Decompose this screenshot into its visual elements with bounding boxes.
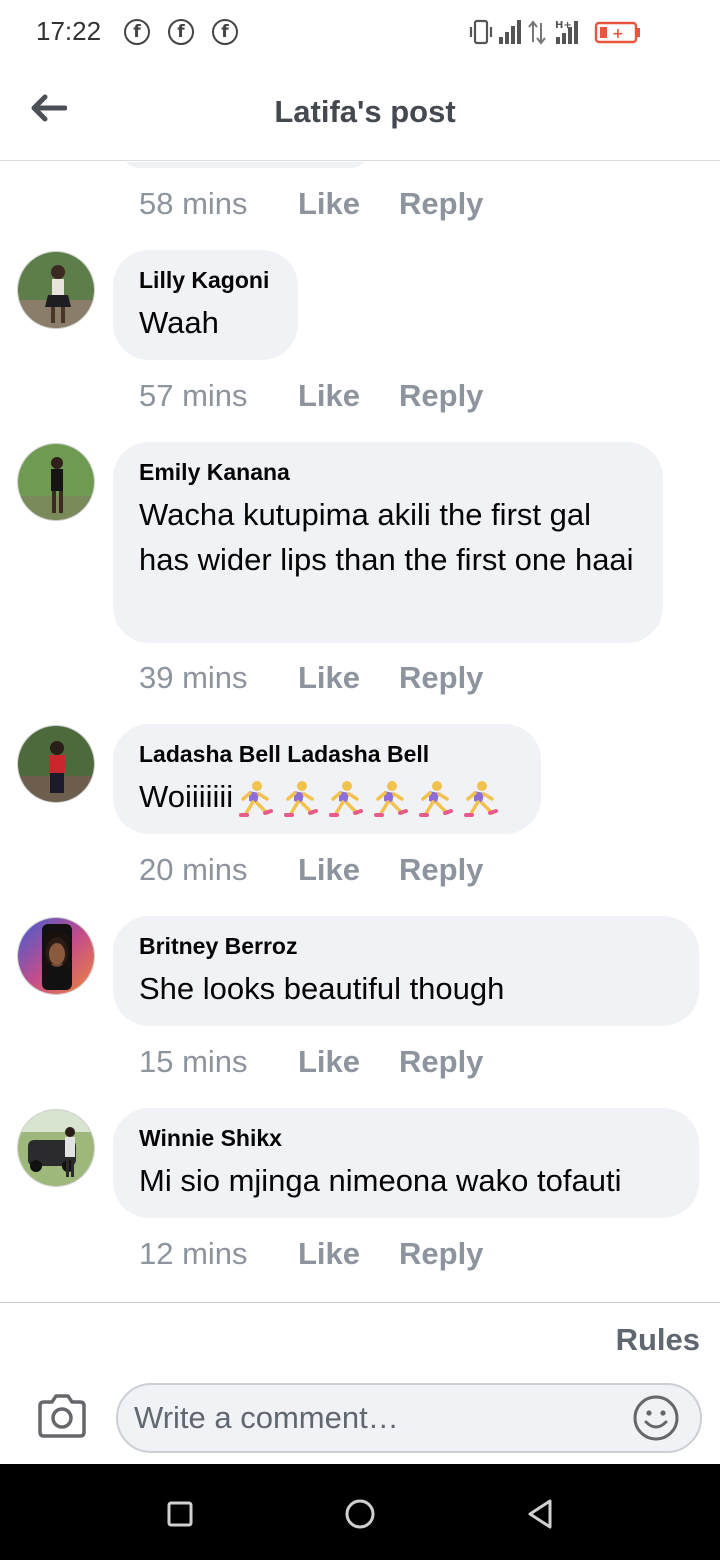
comment-bubble[interactable]: Ladasha Bell Ladasha Bell Woiiiiiii: [113, 724, 541, 834]
woman-running-icon: [284, 780, 319, 817]
page-title: Latifa's post: [274, 94, 456, 129]
navigation-bar: [0, 1464, 720, 1560]
woman-running-icon: [464, 780, 499, 817]
comment-box: [116, 1383, 702, 1453]
avatar[interactable]: [17, 1109, 95, 1187]
status-right-icons: H+ +: [469, 19, 640, 45]
comment-time: 58 mins: [139, 186, 248, 221]
previous-comment-bubble: [120, 162, 370, 168]
composer-divider: [0, 1302, 720, 1303]
comment-time: 12 mins: [139, 1236, 248, 1271]
status-bar: 17:22 f f f H+ +: [0, 0, 720, 66]
reply-button[interactable]: Reply: [399, 186, 483, 222]
data-arrows-icon: [528, 20, 546, 45]
comment-meta: 20 mins Like Reply: [139, 850, 483, 890]
comment-author[interactable]: Britney Berroz: [139, 932, 673, 960]
comment-text: Mi sio mjinga nimeona wako tofauti: [139, 1163, 622, 1198]
camera-icon: [38, 1394, 86, 1438]
comment-bubble[interactable]: Winnie Shikx Mi sio mjinga nimeona wako …: [113, 1108, 699, 1218]
comment-bubble[interactable]: Britney Berroz She looks beautiful thoug…: [113, 916, 699, 1026]
comment-text: Wacha kutupima akili the first gal has w…: [139, 497, 634, 577]
comment-time: 39 mins: [139, 660, 248, 695]
woman-running-icon: [374, 780, 409, 817]
like-button[interactable]: Like: [298, 660, 399, 696]
recent-apps-icon[interactable]: [160, 1494, 200, 1534]
comment-author[interactable]: Ladasha Bell Ladasha Bell: [139, 740, 515, 768]
like-button[interactable]: Like: [298, 852, 399, 888]
svg-text:+: +: [612, 26, 624, 42]
reply-button[interactable]: Reply: [399, 1044, 483, 1080]
reply-button[interactable]: Reply: [399, 660, 483, 696]
comment-meta: 57 mins Like Reply: [139, 376, 483, 416]
woman-running-icon: [329, 780, 364, 817]
woman-running-icon: [419, 780, 454, 817]
comment-author[interactable]: Lilly Kagoni: [139, 266, 272, 294]
comment-meta: 12 mins Like Reply: [139, 1234, 483, 1274]
battery-low-icon: +: [594, 21, 640, 44]
comment-text: She looks beautiful though: [139, 971, 505, 1006]
like-button[interactable]: Like: [298, 378, 399, 414]
comment-time: 15 mins: [139, 1044, 248, 1079]
home-icon[interactable]: [340, 1494, 380, 1534]
reply-button[interactable]: Reply: [399, 378, 483, 414]
reply-button[interactable]: Reply: [399, 1236, 483, 1272]
comment-time: 20 mins: [139, 852, 248, 887]
vibrate-icon: [469, 19, 493, 45]
avatar[interactable]: [17, 443, 95, 521]
comments-feed[interactable]: 58 mins Like Reply Lilly Kagoni Waah 57 …: [0, 162, 720, 1302]
post-header: Latifa's post: [0, 66, 720, 161]
smiley-icon: [633, 1395, 679, 1441]
like-button[interactable]: Like: [298, 1044, 399, 1080]
comment-author[interactable]: Winnie Shikx: [139, 1124, 673, 1152]
like-button[interactable]: Like: [298, 186, 399, 222]
status-time: 17:22: [36, 16, 102, 46]
woman-running-icon: [239, 780, 274, 817]
comment-bubble[interactable]: Lilly Kagoni Waah: [113, 250, 298, 360]
hplus-signal-icon: H+: [555, 20, 578, 44]
facebook-icon: f: [124, 19, 150, 45]
signal-icon: [499, 20, 521, 44]
emoji-button[interactable]: [632, 1394, 680, 1442]
comment-text: Waah: [139, 305, 219, 340]
comment-bubble[interactable]: Emily Kanana Wacha kutupima akili the fi…: [113, 442, 663, 643]
comment-time: 57 mins: [139, 378, 248, 413]
avatar[interactable]: [17, 251, 95, 329]
comment-text-row: Woiiiiiii: [139, 774, 515, 819]
avatar[interactable]: [17, 725, 95, 803]
comment-input[interactable]: [132, 1385, 622, 1451]
facebook-icon: f: [212, 19, 238, 45]
reply-button[interactable]: Reply: [399, 852, 483, 888]
comment-text: Woiiiiiii: [139, 779, 234, 814]
camera-button[interactable]: [36, 1392, 88, 1440]
comment-meta: 39 mins Like Reply: [139, 658, 483, 698]
woman-running-emoji-row: [239, 780, 499, 817]
avatar[interactable]: [17, 917, 95, 995]
comment-meta: 58 mins Like Reply: [139, 184, 483, 224]
like-button[interactable]: Like: [298, 1236, 399, 1272]
rules-link[interactable]: Rules: [616, 1322, 700, 1358]
comment-meta: 15 mins Like Reply: [139, 1042, 483, 1082]
facebook-icon: f: [168, 19, 194, 45]
comment-author[interactable]: Emily Kanana: [139, 458, 637, 486]
back-nav-icon[interactable]: [520, 1494, 560, 1534]
